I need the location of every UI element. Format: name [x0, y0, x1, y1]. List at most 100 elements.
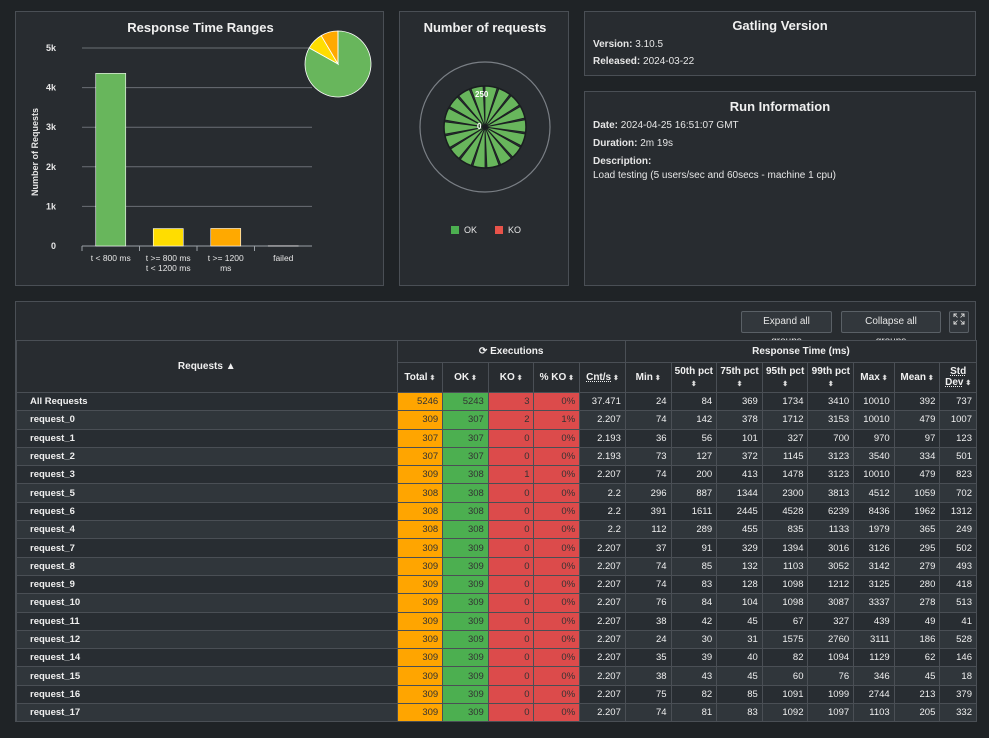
- stat-cell-pct-ko: 0%: [533, 648, 581, 668]
- stat-cell-pct-ko: 0%: [533, 611, 581, 631]
- request-name-cell[interactable]: request_3: [16, 465, 398, 485]
- statistics-panel: Expand all groups Collapse all groups Re…: [15, 301, 978, 723]
- duration-line: Duration: 2m 19s: [593, 138, 975, 149]
- column-header-p75[interactable]: 75th pct ⬍: [716, 362, 763, 393]
- version-line: Version: 3.10.5: [593, 39, 975, 50]
- bar[interactable]: [152, 228, 184, 247]
- column-header-cnt-per-sec[interactable]: Cnt/s ⬍: [579, 362, 626, 393]
- stat-cell-pct-ko: 0%: [533, 538, 581, 558]
- stat-cell-min: 24: [624, 391, 672, 412]
- column-header-total[interactable]: Total ⬍: [396, 362, 444, 393]
- stat-cell-p95: 1098: [761, 574, 809, 595]
- stat-cell-p99: 1094: [807, 648, 855, 668]
- stat-cell-p75: 85: [716, 684, 763, 705]
- stat-cell-mean: 279: [893, 556, 941, 576]
- column-header-ko[interactable]: KO ⬍: [487, 362, 535, 393]
- request-name-cell[interactable]: request_14: [16, 648, 398, 668]
- column-header-mean[interactable]: Mean ⬍: [893, 362, 941, 393]
- stat-cell-p50: 39: [670, 648, 718, 668]
- stat-cell-ko: 0: [487, 574, 535, 595]
- table-row: request_6 308 308 0 0% 2.2 391 1611 2445 4528 6239…: [16, 501, 977, 522]
- fullscreen-button[interactable]: [949, 311, 969, 333]
- request-name-cell[interactable]: All Requests: [16, 391, 398, 412]
- expand-all-groups-button[interactable]: Expand all groups: [741, 311, 832, 347]
- legend-ko-label[interactable]: KO: [508, 225, 521, 235]
- request-name-cell[interactable]: request_8: [16, 556, 398, 576]
- stat-cell-p75: 329: [716, 538, 763, 558]
- stat-cell-p95: 67: [761, 611, 809, 631]
- request-name-cell[interactable]: request_15: [16, 666, 398, 686]
- request-name-cell[interactable]: request_9: [16, 574, 398, 595]
- stat-cell-std-dev: 379: [939, 684, 977, 705]
- stat-cell-ko: 0: [487, 538, 535, 558]
- request-name-cell[interactable]: request_10: [16, 593, 398, 613]
- requests-column-header[interactable]: Requests ▲: [16, 340, 398, 393]
- table-row: request_12 309 309 0 0% 2.207 24 30 31 1575 2760 31…: [16, 629, 977, 650]
- request-name-cell[interactable]: request_7: [16, 538, 398, 558]
- x-tick-label: t >= 800 ms t < 1200 ms: [146, 253, 191, 273]
- request-name-cell[interactable]: request_0: [16, 410, 398, 430]
- column-header-max[interactable]: Max ⬍: [853, 362, 895, 393]
- stat-cell-min: 74: [624, 465, 672, 485]
- request-name-cell[interactable]: request_4: [16, 520, 398, 540]
- stat-cell-ok: 309: [442, 611, 489, 631]
- request-name-cell[interactable]: request_17: [16, 703, 398, 723]
- column-header-pct-ko[interactable]: % KO ⬍: [533, 362, 581, 393]
- table-row: request_9 309 309 0 0% 2.207 74 83 128 1098 1212 31…: [16, 574, 977, 595]
- stat-cell-mean: 1059: [893, 483, 941, 503]
- table-row: request_0 309 307 2 1% 2.207 74 142 378 1712 3153 1…: [16, 410, 977, 430]
- expand-arrows-icon: [953, 313, 965, 325]
- request-name-cell[interactable]: request_16: [16, 684, 398, 705]
- table-row: All Requests 5246 5243 3 0% 37.471 24 84 369 1734…: [16, 391, 977, 412]
- stat-cell-ok: 309: [442, 538, 489, 558]
- stat-cell-std-dev: 146: [939, 648, 977, 668]
- stat-cell-total: 309: [396, 538, 444, 558]
- request-name-cell[interactable]: request_6: [16, 501, 398, 522]
- stat-cell-ko: 0: [487, 611, 535, 631]
- y-tick-label: 5k: [46, 43, 57, 53]
- stat-cell-cnt-per-sec: 2.207: [579, 538, 626, 558]
- stat-cell-pct-ko: 0%: [533, 465, 581, 485]
- legend-ko-swatch: [495, 226, 503, 234]
- stat-cell-min: 76: [624, 593, 672, 613]
- column-header-ok[interactable]: OK ⬍: [442, 362, 489, 393]
- stat-cell-p99: 3052: [807, 556, 855, 576]
- request-name-cell[interactable]: request_12: [16, 629, 398, 650]
- column-header-p50[interactable]: 50th pct ⬍: [670, 362, 718, 393]
- request-name-cell[interactable]: request_11: [16, 611, 398, 631]
- stat-cell-max: 3111: [853, 629, 895, 650]
- stat-cell-pct-ko: 0%: [533, 666, 581, 686]
- column-header-min[interactable]: Min ⬍: [624, 362, 672, 393]
- stat-cell-p95: 835: [761, 520, 809, 540]
- bar[interactable]: [210, 228, 242, 247]
- stat-cell-ko: 0: [487, 703, 535, 723]
- stat-cell-cnt-per-sec: 2.207: [579, 648, 626, 668]
- stat-cell-p75: 2445: [716, 501, 763, 522]
- column-header-p95[interactable]: 95th pct ⬍: [761, 362, 809, 393]
- table-row: request_14 309 309 0 0% 2.207 35 39 40 82 1094 1129…: [16, 648, 977, 668]
- stat-cell-cnt-per-sec: 2.207: [579, 629, 626, 650]
- column-header-p99[interactable]: 99th pct ⬍: [807, 362, 855, 393]
- stat-cell-p99: 327: [807, 611, 855, 631]
- request-name-cell[interactable]: request_2: [16, 446, 398, 467]
- stat-cell-std-dev: 513: [939, 593, 977, 613]
- stat-cell-p50: 30: [670, 629, 718, 650]
- stat-cell-p50: 83: [670, 574, 718, 595]
- run-information-title: Run Information: [729, 99, 831, 114]
- stat-cell-p99: 3410: [807, 391, 855, 412]
- stat-cell-p75: 128: [716, 574, 763, 595]
- legend-ok-label[interactable]: OK: [464, 225, 477, 235]
- label-0: 0: [477, 122, 482, 131]
- column-header-std-dev[interactable]: Std Dev ⬍: [939, 362, 977, 393]
- table-row: request_17 309 309 0 0% 2.207 74 81 83 1092 1097 11…: [16, 703, 977, 723]
- version-value: 3.10.5: [635, 39, 664, 50]
- released-value: 2024-03-22: [643, 56, 695, 67]
- request-name-cell[interactable]: request_5: [16, 483, 398, 503]
- x-tick-label: t < 800 ms: [91, 253, 131, 263]
- stat-cell-pct-ko: 0%: [533, 629, 581, 650]
- collapse-all-groups-button[interactable]: Collapse all groups: [841, 311, 941, 347]
- request-name-cell[interactable]: request_1: [16, 428, 398, 448]
- stat-cell-min: 24: [624, 629, 672, 650]
- stat-cell-p50: 91: [670, 538, 718, 558]
- bar[interactable]: [95, 73, 127, 247]
